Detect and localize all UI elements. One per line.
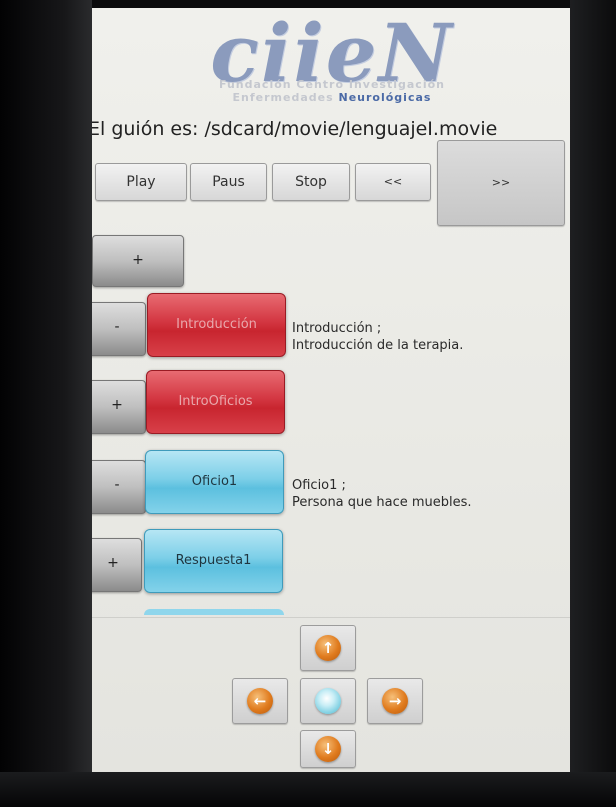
nav-down-button[interactable]: ↓ xyxy=(300,730,356,768)
logo-subtitle-line2: Enfermedades Neurológicas xyxy=(132,91,532,104)
item-button-introduccion[interactable]: Introducción xyxy=(147,293,286,357)
play-button[interactable]: Play xyxy=(95,163,187,201)
center-select-icon xyxy=(315,688,341,714)
item-button-respuesta1[interactable]: Respuesta1 xyxy=(144,529,283,593)
item-description: Introducción ; Introducción de la terapi… xyxy=(292,320,463,354)
script-path-label: El guión es: /sdcard/movie/lenguajeI.mov… xyxy=(92,118,498,140)
item-description-body: Introducción de la terapia. xyxy=(292,338,464,353)
collapse-item-button[interactable]: - xyxy=(92,460,146,514)
nav-up-button[interactable]: ↑ xyxy=(300,625,356,671)
left-arrow-icon: ← xyxy=(247,688,273,714)
expand-item-button[interactable]: + xyxy=(92,380,146,434)
forward-button[interactable]: >> xyxy=(437,140,565,226)
pause-button[interactable]: Paus xyxy=(190,163,267,201)
up-arrow-icon: ↑ xyxy=(315,635,341,661)
item-description: Oficio1 ; Persona que hace muebles. xyxy=(292,477,472,511)
item-button-oficio1[interactable]: Oficio1 xyxy=(145,450,284,514)
item-description-title: Oficio1 ; xyxy=(292,478,346,493)
rewind-button[interactable]: << xyxy=(355,163,431,201)
nav-right-button[interactable]: → xyxy=(367,678,423,724)
item-description-title: Introducción ; xyxy=(292,321,382,336)
expand-item-button[interactable]: + xyxy=(92,538,142,592)
item-description-body: Persona que hace muebles. xyxy=(292,495,472,510)
right-arrow-icon: → xyxy=(382,688,408,714)
item-button-introoficios[interactable]: IntroOficios xyxy=(146,370,285,434)
logo-subtitle-line1: Fundación Centro Investigación xyxy=(219,78,445,91)
add-item-button[interactable]: + xyxy=(92,235,184,287)
device-bezel-right xyxy=(570,0,616,807)
down-arrow-icon: ↓ xyxy=(315,736,341,762)
stop-button[interactable]: Stop xyxy=(272,163,350,201)
next-item-partial xyxy=(144,609,284,615)
app-screen: ciieN Fundación Centro Investigación Enf… xyxy=(92,8,570,772)
logo-subtitle-prefix: Enfermedades xyxy=(232,91,334,104)
logo-subtitle-accent: Neurológicas xyxy=(338,91,432,104)
nav-left-button[interactable]: ← xyxy=(232,678,288,724)
nav-center-button[interactable] xyxy=(300,678,356,724)
list-divider xyxy=(92,617,570,618)
device-bezel-bottom xyxy=(0,772,616,807)
device-bezel-left xyxy=(0,0,92,807)
ciien-logo: ciieN Fundación Centro Investigación Enf… xyxy=(132,8,532,108)
collapse-item-button[interactable]: - xyxy=(92,302,146,356)
